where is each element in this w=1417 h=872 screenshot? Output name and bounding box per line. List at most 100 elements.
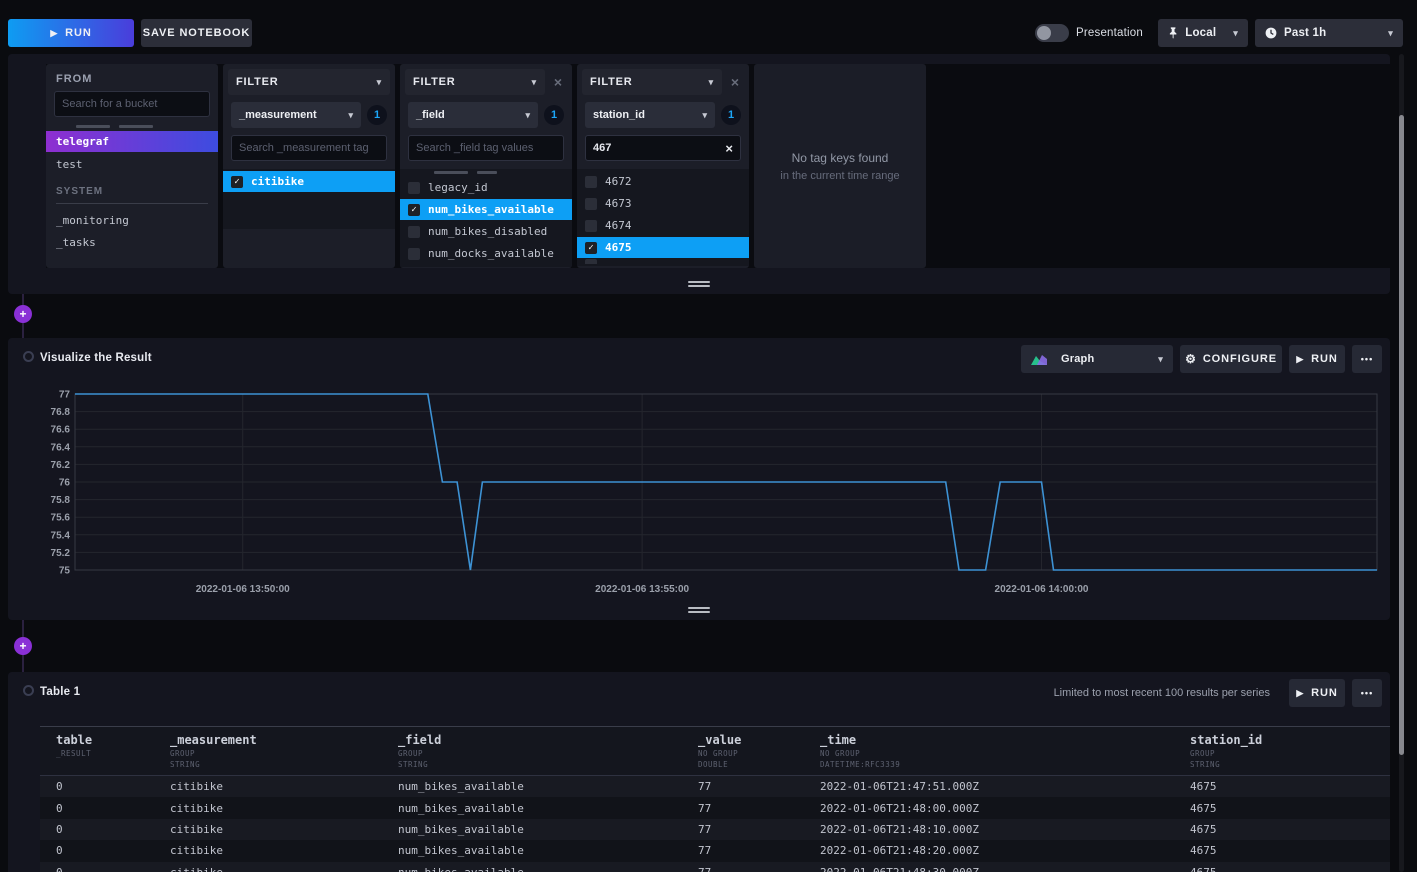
column-header[interactable]: table_RESULT <box>40 733 170 769</box>
tag-value-row[interactable]: ✓citibike <box>223 171 395 192</box>
bucket-item-selected[interactable]: telegraf <box>46 131 218 152</box>
y-axis-tick: 75.6 <box>51 513 71 524</box>
close-filter-icon[interactable]: × <box>726 74 744 90</box>
checkbox-icon[interactable] <box>408 248 420 260</box>
tag-value-search-input[interactable] <box>239 142 379 154</box>
cell-resize-handle[interactable] <box>688 605 710 613</box>
add-cell-button[interactable]: + <box>14 637 32 655</box>
divider <box>56 203 208 204</box>
column-header[interactable]: station_idGROUPSTRING <box>1190 733 1390 769</box>
add-cell-button[interactable]: + <box>14 305 32 323</box>
column-header[interactable]: _measurementGROUPSTRING <box>170 733 398 769</box>
checkbox-icon[interactable] <box>408 226 420 238</box>
results-limit-note: Limited to most recent 100 results per s… <box>1054 687 1270 699</box>
no-tag-keys-panel: No tag keys found in the current time ra… <box>754 64 926 268</box>
y-axis-tick: 76.2 <box>51 460 71 471</box>
tag-value-row[interactable]: 4672 <box>577 171 749 192</box>
graph-type-dropdown[interactable]: Graph ▾ <box>1021 345 1173 373</box>
time-range-label: Past 1h <box>1284 27 1326 39</box>
y-axis-tick: 75 <box>59 566 71 577</box>
plus-icon: + <box>19 308 26 320</box>
tag-value-row[interactable]: 4673 <box>577 193 749 214</box>
filter-type-dropdown[interactable]: FILTER ▾ <box>228 69 390 95</box>
cell-more-options-button[interactable]: ••• <box>1352 679 1382 707</box>
cell-handle-icon[interactable] <box>23 351 34 362</box>
table-cell: Table 1 Limited to most recent 100 resul… <box>8 672 1390 872</box>
tag-key-dropdown[interactable]: station_id ▾ <box>585 102 715 128</box>
y-axis-tick: 76.8 <box>51 407 71 418</box>
timezone-label: Local <box>1185 27 1216 39</box>
tag-value-label: 4675 <box>605 241 632 254</box>
bucket-search[interactable] <box>54 91 210 117</box>
more-options-icon: ••• <box>1361 688 1373 698</box>
chevron-down-icon: ▾ <box>702 110 707 121</box>
tag-value-search-input[interactable] <box>593 142 725 154</box>
tag-key-dropdown[interactable]: _field ▾ <box>408 102 538 128</box>
tag-value-label: legacy_id <box>428 181 488 194</box>
save-notebook-button[interactable]: SAVE NOTEBOOK <box>141 19 252 47</box>
filter-type-dropdown[interactable]: FILTER ▾ <box>405 69 545 95</box>
tag-value-label: num_bikes_available <box>428 203 554 216</box>
tag-value-row[interactable]: legacy_id <box>400 177 572 198</box>
filter-panel-field: FILTER ▾ × _field ▾ 1 leg <box>400 64 572 268</box>
checkbox-icon[interactable] <box>408 182 420 194</box>
tag-value-search[interactable]: × <box>585 135 741 161</box>
from-panel: FROM telegraf test SYSTEM _monitoring _t… <box>46 64 218 268</box>
time-range-dropdown[interactable]: Past 1h ▾ <box>1255 19 1403 47</box>
graph-type-label: Graph <box>1061 353 1094 365</box>
cell-more-options-button[interactable]: ••• <box>1352 345 1382 373</box>
bucket-item[interactable]: _monitoring <box>46 210 218 230</box>
checkbox-icon[interactable] <box>585 220 597 232</box>
bucket-item[interactable]: test <box>46 154 218 174</box>
close-filter-icon[interactable]: × <box>549 74 567 90</box>
run-cell-button[interactable]: ▶ RUN <box>1289 679 1345 707</box>
chevron-down-icon: ▾ <box>1158 354 1163 365</box>
y-axis-tick: 75.8 <box>51 495 71 506</box>
column-header[interactable]: _valueNO GROUPDOUBLE <box>698 733 820 769</box>
line-chart[interactable]: 7776.876.676.476.27675.875.675.475.27520… <box>46 386 1390 602</box>
tag-key-dropdown[interactable]: _measurement ▾ <box>231 102 361 128</box>
no-tag-keys-submessage: in the current time range <box>780 170 899 182</box>
run-cell-label: RUN <box>1311 353 1338 365</box>
column-header[interactable]: _timeNO GROUPDATETIME:RFC3339 <box>820 733 1190 769</box>
checked-checkbox-icon[interactable]: ✓ <box>408 204 420 216</box>
tag-value-row[interactable]: ✓ 4675 <box>577 237 749 258</box>
tag-value-label: 4674 <box>605 219 632 232</box>
pin-icon <box>1168 27 1178 39</box>
tag-value-list: legacy_id ✓ num_bikes_available num_bikes_d… <box>400 169 572 267</box>
timezone-dropdown[interactable]: Local ▾ <box>1158 19 1248 47</box>
chevron-down-icon: ▾ <box>1233 28 1238 39</box>
run-notebook-button[interactable]: ▶ RUN <box>8 19 134 47</box>
x-axis-tick: 2022-01-06 13:50:00 <box>196 584 290 595</box>
checked-checkbox-icon[interactable]: ✓ <box>231 176 243 188</box>
checked-checkbox-icon[interactable]: ✓ <box>585 242 597 254</box>
column-header[interactable]: _fieldGROUPSTRING <box>398 733 698 769</box>
tag-value-row[interactable]: num_docks_available <box>400 243 572 264</box>
query-builder-canvas: FROM telegraf test SYSTEM _monitoring _t… <box>46 64 1390 268</box>
tag-value-search-input[interactable] <box>416 142 556 154</box>
tag-value-label: 4673 <box>605 197 632 210</box>
bucket-item[interactable]: _tasks <box>46 232 218 252</box>
configure-button[interactable]: ⚙ CONFIGURE <box>1180 345 1282 373</box>
bucket-search-input[interactable] <box>62 98 202 110</box>
run-cell-button[interactable]: ▶ RUN <box>1289 345 1345 373</box>
checkbox-icon[interactable] <box>585 176 597 188</box>
clear-search-icon[interactable]: × <box>725 142 733 155</box>
filter-panel-measurement: FILTER ▾ _measurement ▾ 1 ✓citibike <box>223 64 395 268</box>
tag-value-row[interactable]: num_bikes_disabled <box>400 221 572 242</box>
cell-handle-icon[interactable] <box>23 685 34 696</box>
tag-value-row[interactable]: ✓ num_bikes_available <box>400 199 572 220</box>
chevron-down-icon: ▾ <box>348 110 353 121</box>
x-axis-tick: 2022-01-06 14:00:00 <box>995 584 1089 595</box>
tag-value-search[interactable] <box>231 135 387 161</box>
tag-value-search[interactable] <box>408 135 564 161</box>
checkbox-icon[interactable] <box>585 198 597 210</box>
y-axis-tick: 76 <box>59 478 71 489</box>
page-scrollbar-thumb[interactable] <box>1399 115 1404 755</box>
presentation-toggle[interactable] <box>1035 24 1069 42</box>
tag-value-row[interactable]: 4674 <box>577 215 749 236</box>
y-axis-tick: 76.4 <box>51 442 71 453</box>
cell-resize-handle[interactable] <box>688 279 710 287</box>
filter-type-dropdown[interactable]: FILTER ▾ <box>582 69 722 95</box>
toggle-knob <box>1037 26 1051 40</box>
